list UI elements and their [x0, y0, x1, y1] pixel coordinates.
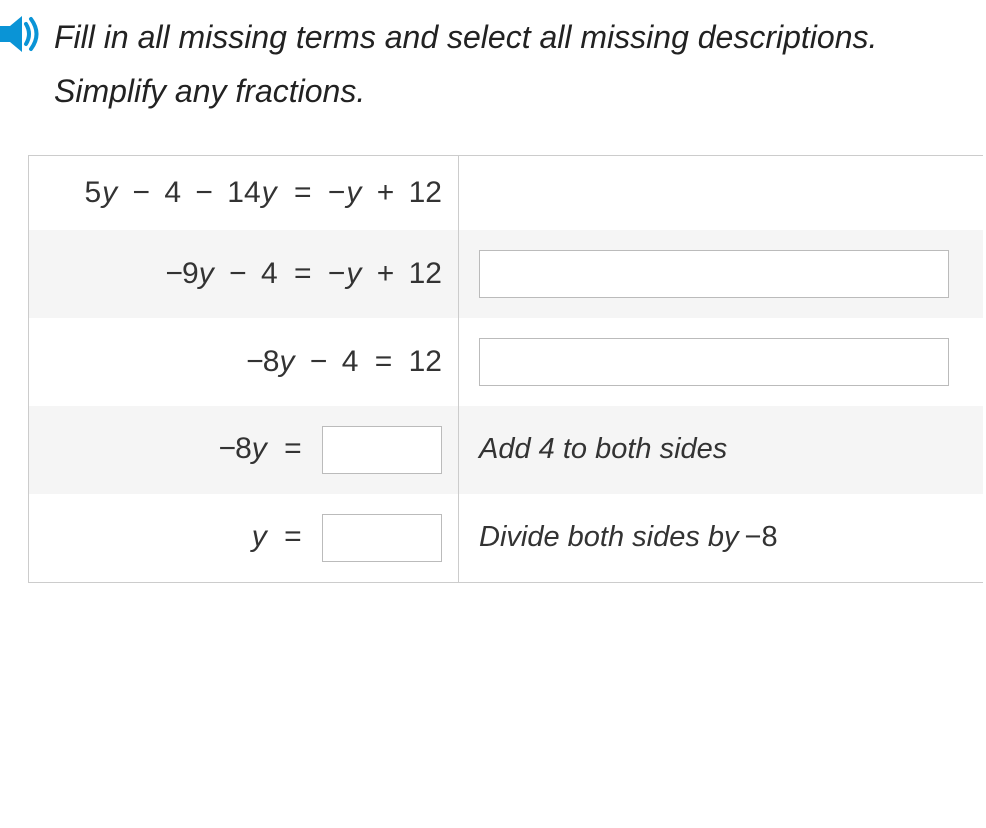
description-row-1	[459, 156, 983, 230]
description-select-2[interactable]	[479, 250, 949, 298]
equation-row-1: 5y − 4 − 14y = −y + 12	[29, 156, 459, 230]
description-select-3[interactable]	[479, 338, 949, 386]
equation-row-3: −8y − 4 = 12	[29, 318, 459, 406]
worksheet-table: 5y − 4 − 14y = −y + 12 −9y − 4	[28, 155, 983, 583]
description-row-5: Divide both sides by −8	[459, 494, 983, 582]
speaker-icon[interactable]	[0, 16, 42, 52]
prompt-text: Fill in all missing terms and select all…	[54, 10, 986, 119]
description-row-4: Add 4 to both sides	[459, 406, 983, 494]
equation-row-4: −8y =	[29, 406, 459, 494]
term-input-5[interactable]	[322, 514, 442, 562]
equation-row-5: y =	[29, 494, 459, 582]
equation-row-2: −9y − 4 = −y + 12	[29, 230, 459, 318]
term-input-4[interactable]	[322, 426, 442, 474]
